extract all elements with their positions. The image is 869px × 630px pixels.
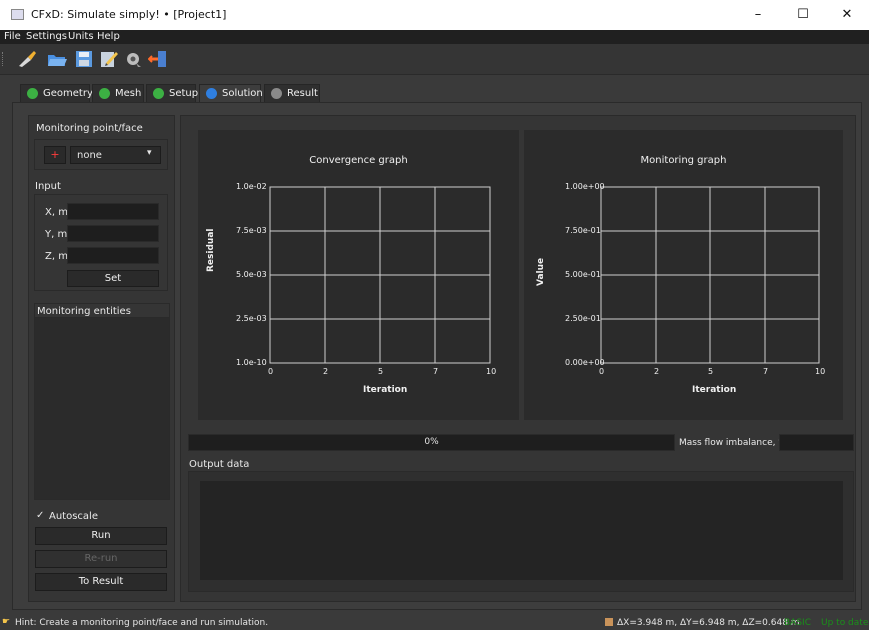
y-tick: 7.50e-01 — [565, 226, 601, 235]
y-tick: 0.00e+00 — [565, 358, 605, 367]
pending-icon — [271, 88, 282, 99]
tab-setup-label: Setup — [169, 88, 199, 99]
monitoring-point-title: Monitoring point/face — [36, 123, 143, 134]
toolbar-grip — [2, 52, 6, 66]
x-input[interactable] — [67, 203, 159, 220]
autoscale-label: Autoscale — [49, 511, 98, 522]
y-tick: 5.0e-03 — [236, 270, 267, 279]
monitoring-entities-list[interactable] — [34, 303, 170, 500]
y-tick: 2.50e-01 — [565, 314, 601, 323]
toolbar — [0, 44, 869, 75]
x-tick: 0 — [268, 367, 274, 376]
x-axis-label: Iteration — [363, 385, 408, 395]
tab-mesh[interactable]: Mesh — [92, 84, 144, 102]
broom-icon[interactable] — [16, 49, 38, 69]
y-tick: 1.0e-02 — [236, 182, 267, 191]
progress-text: 0% — [424, 437, 439, 447]
chevron-down-icon: ▾ — [147, 148, 152, 158]
y-axis-label: Value — [536, 257, 546, 286]
rerun-button: Re-run — [35, 550, 167, 568]
tab-result-label: Result — [287, 88, 318, 99]
y-tick: 5.00e-01 — [565, 270, 601, 279]
tab-setup[interactable]: Setup — [146, 84, 199, 102]
mass-flow-label: Mass flow imbalance, % — [679, 438, 787, 448]
menu-file[interactable]: File — [4, 31, 21, 42]
set-button[interactable]: Set — [67, 270, 159, 287]
check-icon — [153, 88, 164, 99]
status-bar: ☛ Hint: Create a monitoring point/face a… — [0, 617, 869, 630]
x-tick: 2 — [323, 367, 329, 376]
tab-geometry-label: Geometry — [43, 88, 93, 99]
to-result-button[interactable]: To Result — [35, 573, 167, 591]
z-label: Z, m — [45, 251, 68, 262]
mass-flow-field — [779, 434, 854, 451]
x-tick: 7 — [433, 367, 439, 376]
input-title: Input — [35, 181, 61, 192]
tab-result[interactable]: Result — [264, 84, 320, 102]
menu-units[interactable]: Units — [68, 31, 94, 42]
state-indicator: Up to date — [821, 618, 869, 628]
autoscale-checkbox[interactable]: ✓ — [36, 510, 44, 521]
check-icon — [27, 88, 38, 99]
tab-mesh-label: Mesh — [115, 88, 142, 99]
tab-solution[interactable]: Solution — [199, 84, 263, 103]
window-title: CFxD: Simulate simply! • [Project1] — [31, 8, 227, 21]
menu-bar: File Settings Units Help — [0, 30, 869, 44]
monitoring-point-dropdown[interactable]: none ▾ — [70, 146, 161, 164]
x-tick: 5 — [708, 367, 714, 376]
dimensions-text: ΔX=3.948 m, ΔY=6.948 m, ΔZ=0.648 m — [617, 618, 800, 628]
edit-notes-icon[interactable] — [98, 49, 120, 69]
tab-geometry[interactable]: Geometry — [20, 84, 93, 102]
run-button[interactable]: Run — [35, 527, 167, 545]
y-input[interactable] — [67, 225, 159, 242]
hint-text: Hint: Create a monitoring point/face and… — [15, 618, 269, 628]
info-icon — [206, 88, 217, 99]
minimize-button[interactable]: – — [736, 0, 780, 30]
menu-settings[interactable]: Settings — [26, 31, 67, 42]
title-bar: CFxD: Simulate simply! • [Project1] – ☐ … — [0, 0, 869, 30]
gear-person-icon[interactable] — [122, 49, 144, 69]
y-tick: 1.0e-10 — [236, 358, 267, 367]
exit-door-icon[interactable] — [148, 49, 170, 69]
tab-solution-label: Solution — [222, 88, 263, 99]
x-axis-label: Iteration — [692, 385, 737, 395]
point-color-icon[interactable]: + — [44, 146, 66, 164]
z-input[interactable] — [67, 247, 159, 264]
x-tick: 0 — [599, 367, 605, 376]
y-axis-label: Residual — [206, 228, 216, 272]
y-tick: 2.5e-03 — [236, 314, 267, 323]
save-icon[interactable] — [73, 49, 95, 69]
close-button[interactable]: ✕ — [825, 0, 869, 30]
y-tick: 7.5e-03 — [236, 226, 267, 235]
y-label: Y, m — [45, 229, 68, 240]
y-tick: 1.00e+00 — [565, 182, 605, 191]
menu-help[interactable]: Help — [97, 31, 120, 42]
x-tick: 2 — [654, 367, 660, 376]
maximize-button[interactable]: ☐ — [781, 0, 825, 30]
x-tick: 10 — [486, 367, 497, 376]
dimensions-icon — [605, 618, 613, 626]
x-tick: 5 — [378, 367, 384, 376]
app-icon — [11, 9, 24, 20]
x-tick: 7 — [763, 367, 769, 376]
output-data-text[interactable] — [200, 481, 843, 580]
output-data-label: Output data — [189, 459, 250, 470]
mode-indicator: BASIC — [784, 618, 811, 628]
hint-icon: ☛ — [2, 617, 11, 627]
monitoring-entities-title: Monitoring entities — [37, 306, 131, 317]
progress-bar: 0% — [188, 434, 675, 451]
open-folder-icon[interactable] — [46, 49, 68, 69]
check-icon — [99, 88, 110, 99]
dropdown-value: none — [77, 150, 102, 161]
x-label: X, m — [45, 207, 68, 218]
x-tick: 10 — [815, 367, 826, 376]
check-icon: ✓ — [36, 510, 45, 521]
